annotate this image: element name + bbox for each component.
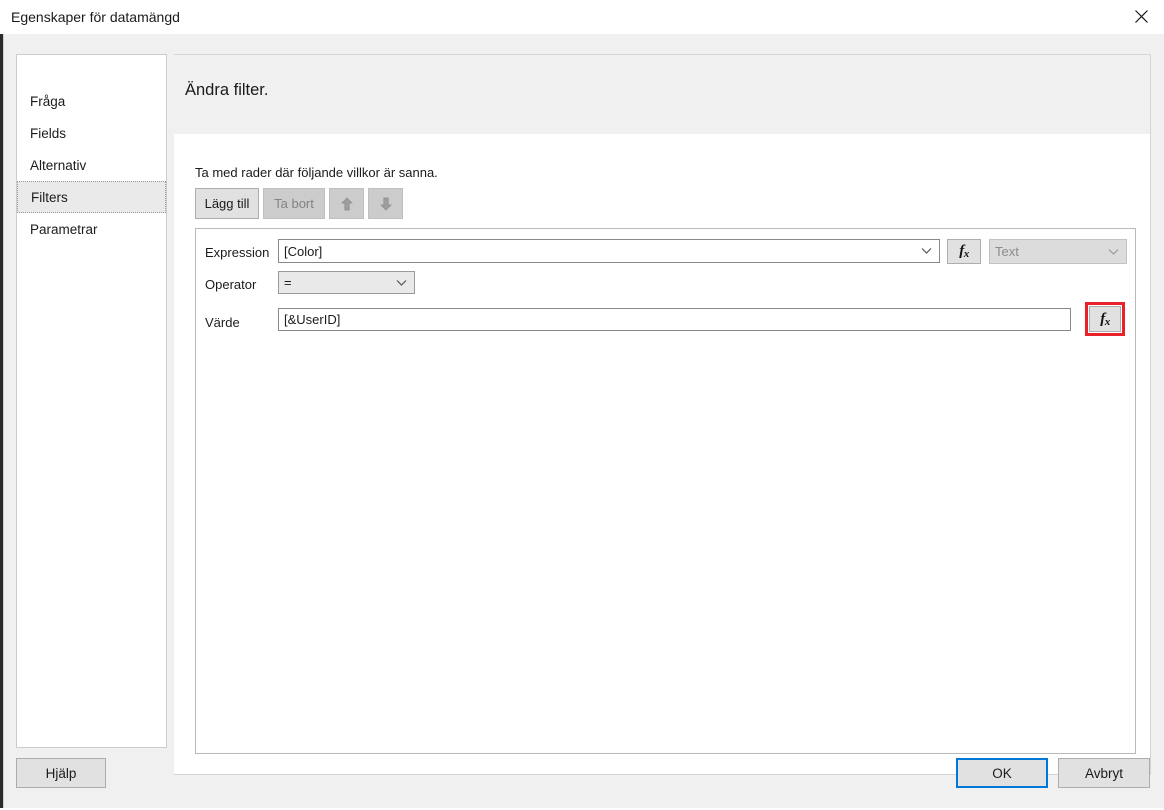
value-fx-button[interactable]: fx	[1089, 306, 1121, 332]
expression-fx-button[interactable]: fx	[947, 239, 981, 264]
sidebar-item-alternativ[interactable]: Alternativ	[17, 149, 166, 181]
move-up-button[interactable]	[329, 188, 364, 219]
sidebar: Fråga Fields Alternativ Filters Parametr…	[16, 54, 167, 748]
expression-type-value: Text	[995, 244, 1019, 259]
sidebar-item-fields[interactable]: Fields	[17, 117, 166, 149]
dialog-window: Egenskaper för datamängd Fråga Fields Al…	[0, 0, 1164, 810]
expression-value: [Color]	[284, 244, 322, 259]
chevron-down-icon	[1108, 248, 1119, 255]
sidebar-item-label: Parametrar	[30, 222, 98, 237]
dialog-body: Fråga Fields Alternativ Filters Parametr…	[4, 34, 1164, 810]
move-down-button[interactable]	[368, 188, 403, 219]
filter-description: Ta med rader där följande villkor är san…	[195, 165, 438, 180]
sidebar-item-label: Fråga	[30, 94, 65, 109]
sidebar-item-filters[interactable]: Filters	[17, 181, 166, 213]
ok-button[interactable]: OK	[956, 758, 1048, 788]
expression-type-combobox[interactable]: Text	[989, 239, 1127, 264]
value-label: Värde	[205, 315, 240, 330]
operator-label: Operator	[205, 277, 256, 292]
arrow-up-icon	[341, 197, 353, 211]
value-text: [&UserID]	[284, 312, 340, 327]
close-icon[interactable]	[1118, 0, 1164, 32]
arrow-down-icon	[380, 197, 392, 211]
page-title: Ändra filter.	[185, 81, 268, 100]
main-header: Ändra filter.	[174, 55, 1150, 134]
expression-label: Expression	[205, 245, 269, 260]
add-filter-button[interactable]: Lägg till	[195, 188, 259, 219]
operator-value: =	[284, 275, 292, 290]
main-panel: Ändra filter. Ta med rader där följande …	[174, 54, 1151, 775]
sidebar-item-label: Alternativ	[30, 158, 86, 173]
cancel-button[interactable]: Avbryt	[1058, 758, 1150, 788]
sidebar-item-label: Filters	[31, 190, 68, 205]
remove-filter-button[interactable]: Ta bort	[263, 188, 325, 219]
operator-combobox[interactable]: =	[278, 271, 415, 294]
filter-editor-panel: Expression [Color] fx Text	[195, 228, 1136, 754]
fx-icon: fx	[1100, 311, 1110, 328]
fx-icon: fx	[959, 243, 969, 260]
sidebar-item-fraga[interactable]: Fråga	[17, 85, 166, 117]
title-bar: Egenskaper för datamängd	[0, 0, 1164, 35]
help-button[interactable]: Hjälp	[16, 758, 106, 788]
expression-combobox[interactable]: [Color]	[278, 239, 940, 263]
window-title: Egenskaper för datamängd	[11, 9, 180, 25]
sidebar-item-parametrar[interactable]: Parametrar	[17, 213, 166, 245]
chevron-down-icon	[396, 279, 407, 286]
chevron-down-icon	[921, 248, 932, 255]
sidebar-item-label: Fields	[30, 126, 66, 141]
value-input[interactable]: [&UserID]	[278, 308, 1071, 331]
